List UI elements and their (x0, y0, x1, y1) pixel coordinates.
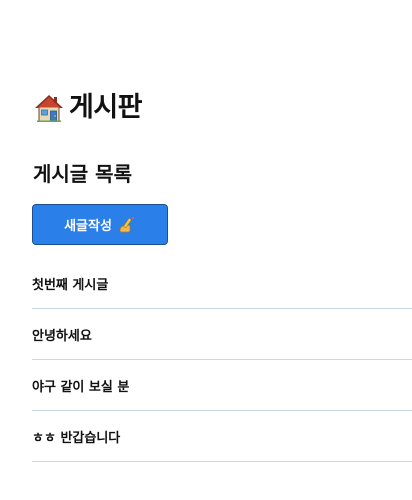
post-list-item[interactable]: 안녕하세요 (32, 309, 412, 360)
site-header: 게시판 (33, 88, 143, 128)
house-icon (33, 92, 65, 124)
board-page: 게시판 게시글 목록 새글작성 첫번째 게시글 안녕하세요 야구 같이 보실 분… (0, 0, 412, 500)
post-title: 안녕하세요 (32, 328, 92, 344)
post-list-item[interactable]: 첫번째 게시글 (32, 258, 412, 309)
post-title: ㅎㅎ 반갑습니다 (32, 430, 121, 446)
post-list-item[interactable]: 야구 같이 보실 분 (32, 360, 412, 411)
post-title: 첫번째 게시글 (32, 277, 109, 293)
post-list-item[interactable]: ㅎㅎ 반갑습니다 (32, 411, 412, 462)
page-title: 게시판 (69, 92, 143, 123)
new-post-button[interactable]: 새글작성 (32, 204, 168, 245)
post-list: 첫번째 게시글 안녕하세요 야구 같이 보실 분 ㅎㅎ 반갑습니다 (32, 258, 412, 462)
new-post-button-label: 새글작성 (64, 219, 112, 234)
section-title: 게시글 목록 (33, 162, 132, 186)
pencil-icon (118, 216, 136, 234)
post-title: 야구 같이 보실 분 (32, 379, 130, 395)
